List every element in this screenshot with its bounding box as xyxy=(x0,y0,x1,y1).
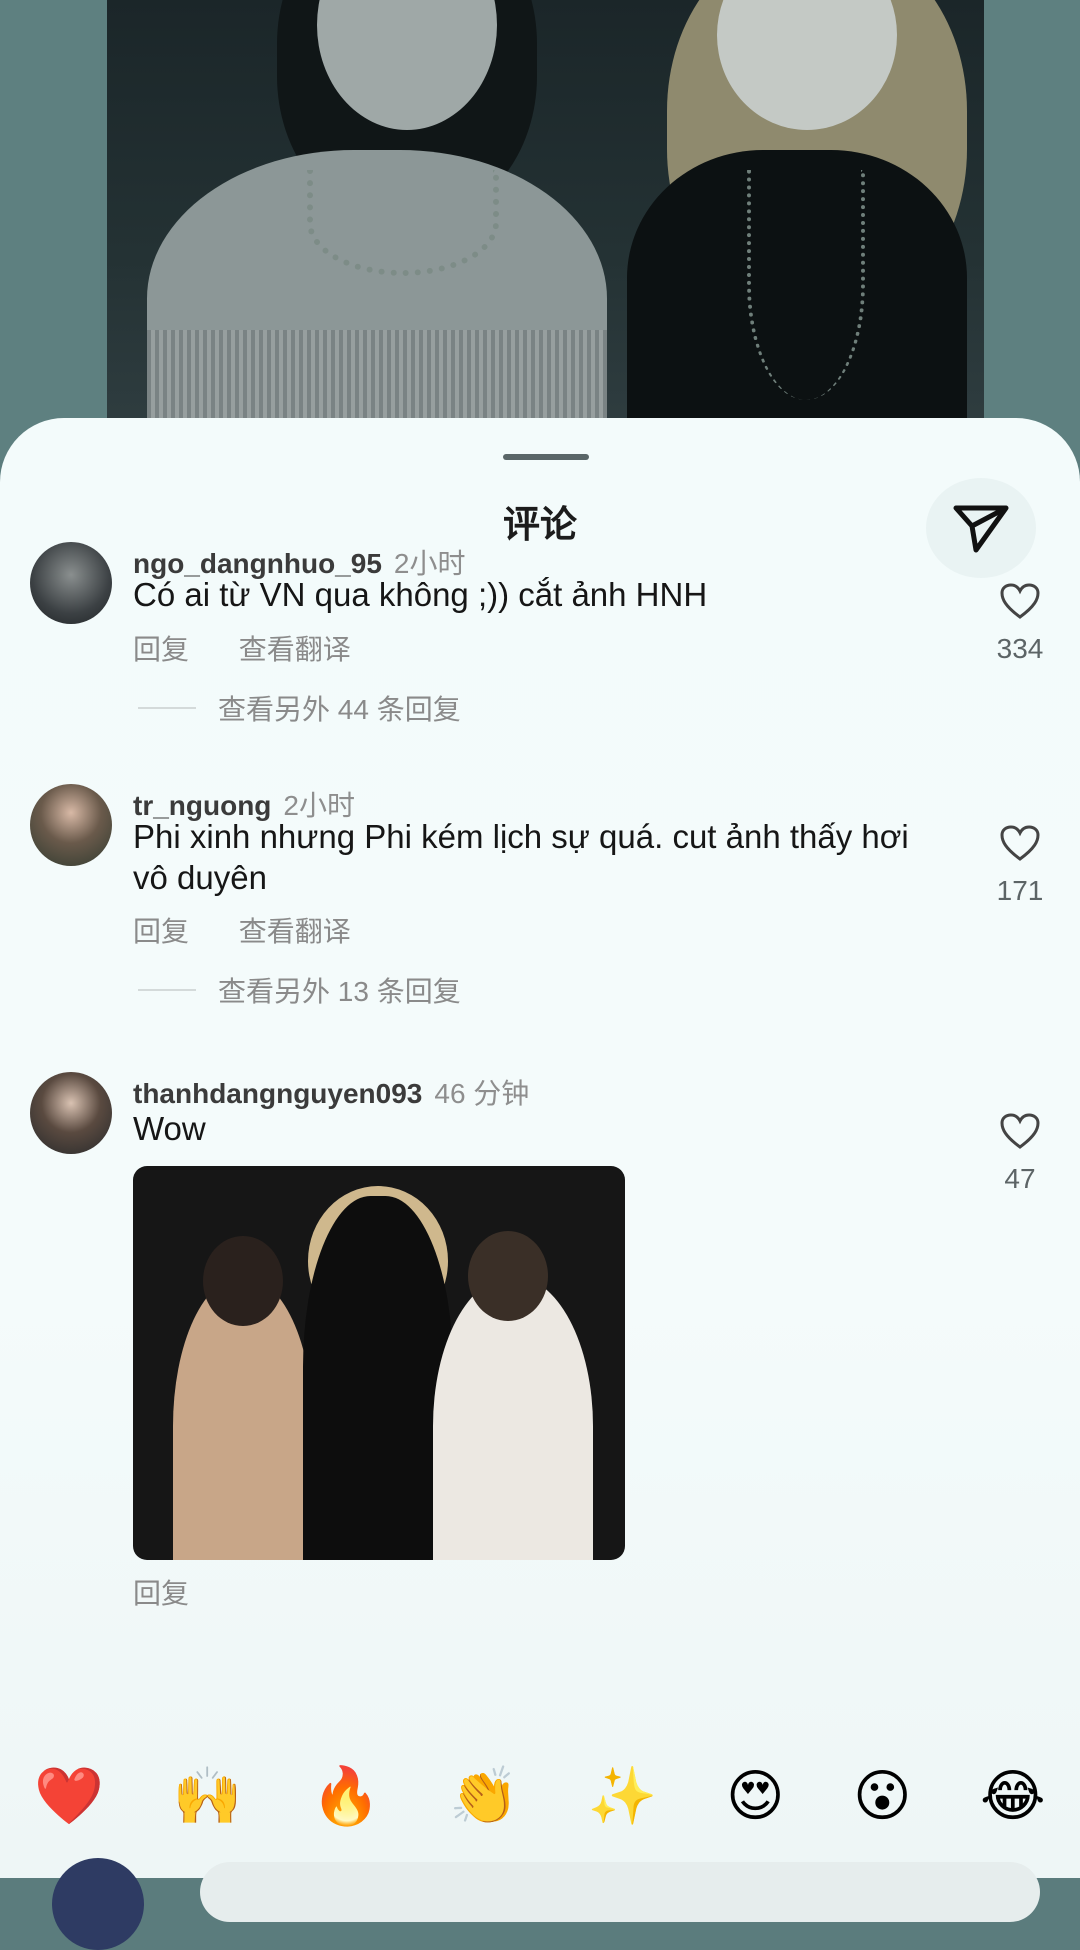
send-icon xyxy=(953,505,1009,553)
avatar[interactable] xyxy=(30,542,112,624)
reply-button[interactable]: 回复 xyxy=(133,916,189,947)
like-button[interactable]: 334 xyxy=(980,582,1060,665)
like-button[interactable]: 171 xyxy=(980,824,1060,907)
comment-time: 46 分钟 xyxy=(434,1078,530,1109)
translate-button[interactable]: 查看翻译 xyxy=(239,916,351,947)
emoji-heart-eyes[interactable]: 😍 xyxy=(726,1763,784,1829)
avatar[interactable] xyxy=(30,784,112,866)
comments-sheet: 评论 ngo_dangnhuo_95 2小时 Có ai từ VN qua kh… xyxy=(0,418,1080,1878)
share-button[interactable] xyxy=(926,478,1036,578)
comment-input[interactable] xyxy=(200,1862,1040,1922)
heart-outline-icon xyxy=(1000,825,1040,861)
view-more-replies[interactable]: 查看另外 44 条回复 xyxy=(138,688,461,728)
like-count: 171 xyxy=(996,875,1044,906)
comment-text: Có ai từ VN qua không ;)) cắt ảnh HNH xyxy=(133,576,708,613)
avatar[interactable] xyxy=(30,1072,112,1154)
emoji-sparkles[interactable]: ✨ xyxy=(588,1763,658,1829)
heart-outline-icon xyxy=(1000,1113,1040,1149)
reply-button[interactable]: 回复 xyxy=(133,634,189,665)
emoji-clapping[interactable]: 👏 xyxy=(449,1763,519,1829)
like-count: 47 xyxy=(1004,1163,1036,1194)
like-count: 334 xyxy=(996,633,1044,664)
like-button[interactable]: 47 xyxy=(980,1112,1060,1195)
comment-attached-image[interactable] xyxy=(133,1166,625,1560)
emoji-reaction-bar: ❤️ 🙌 🔥 👏 ✨ 😍 😮 😂 xyxy=(0,1756,1080,1836)
sheet-title: 评论 xyxy=(503,504,577,545)
sheet-drag-handle[interactable] xyxy=(503,454,589,460)
post-image xyxy=(107,0,984,430)
emoji-heart[interactable]: ❤️ xyxy=(34,1763,104,1829)
reply-button[interactable]: 回复 xyxy=(133,1578,189,1609)
my-avatar xyxy=(52,1858,144,1950)
background-post-photo xyxy=(0,0,1080,460)
comment-text: Wow xyxy=(133,1110,206,1147)
emoji-fire[interactable]: 🔥 xyxy=(311,1763,381,1829)
emoji-raising-hands[interactable]: 🙌 xyxy=(173,1763,243,1829)
view-more-replies[interactable]: 查看另外 13 条回复 xyxy=(138,970,461,1010)
comment-author[interactable]: thanhdangnguyen093 46 分钟 xyxy=(133,1072,529,1112)
emoji-surprised[interactable]: 😮 xyxy=(853,1763,911,1829)
emoji-laughing[interactable]: 😂 xyxy=(980,1763,1045,1829)
translate-button[interactable]: 查看翻译 xyxy=(239,634,351,665)
heart-outline-icon xyxy=(1000,583,1040,619)
comment-text: Phi xinh nhưng Phi kém lịch sự quá. cut … xyxy=(133,818,909,896)
